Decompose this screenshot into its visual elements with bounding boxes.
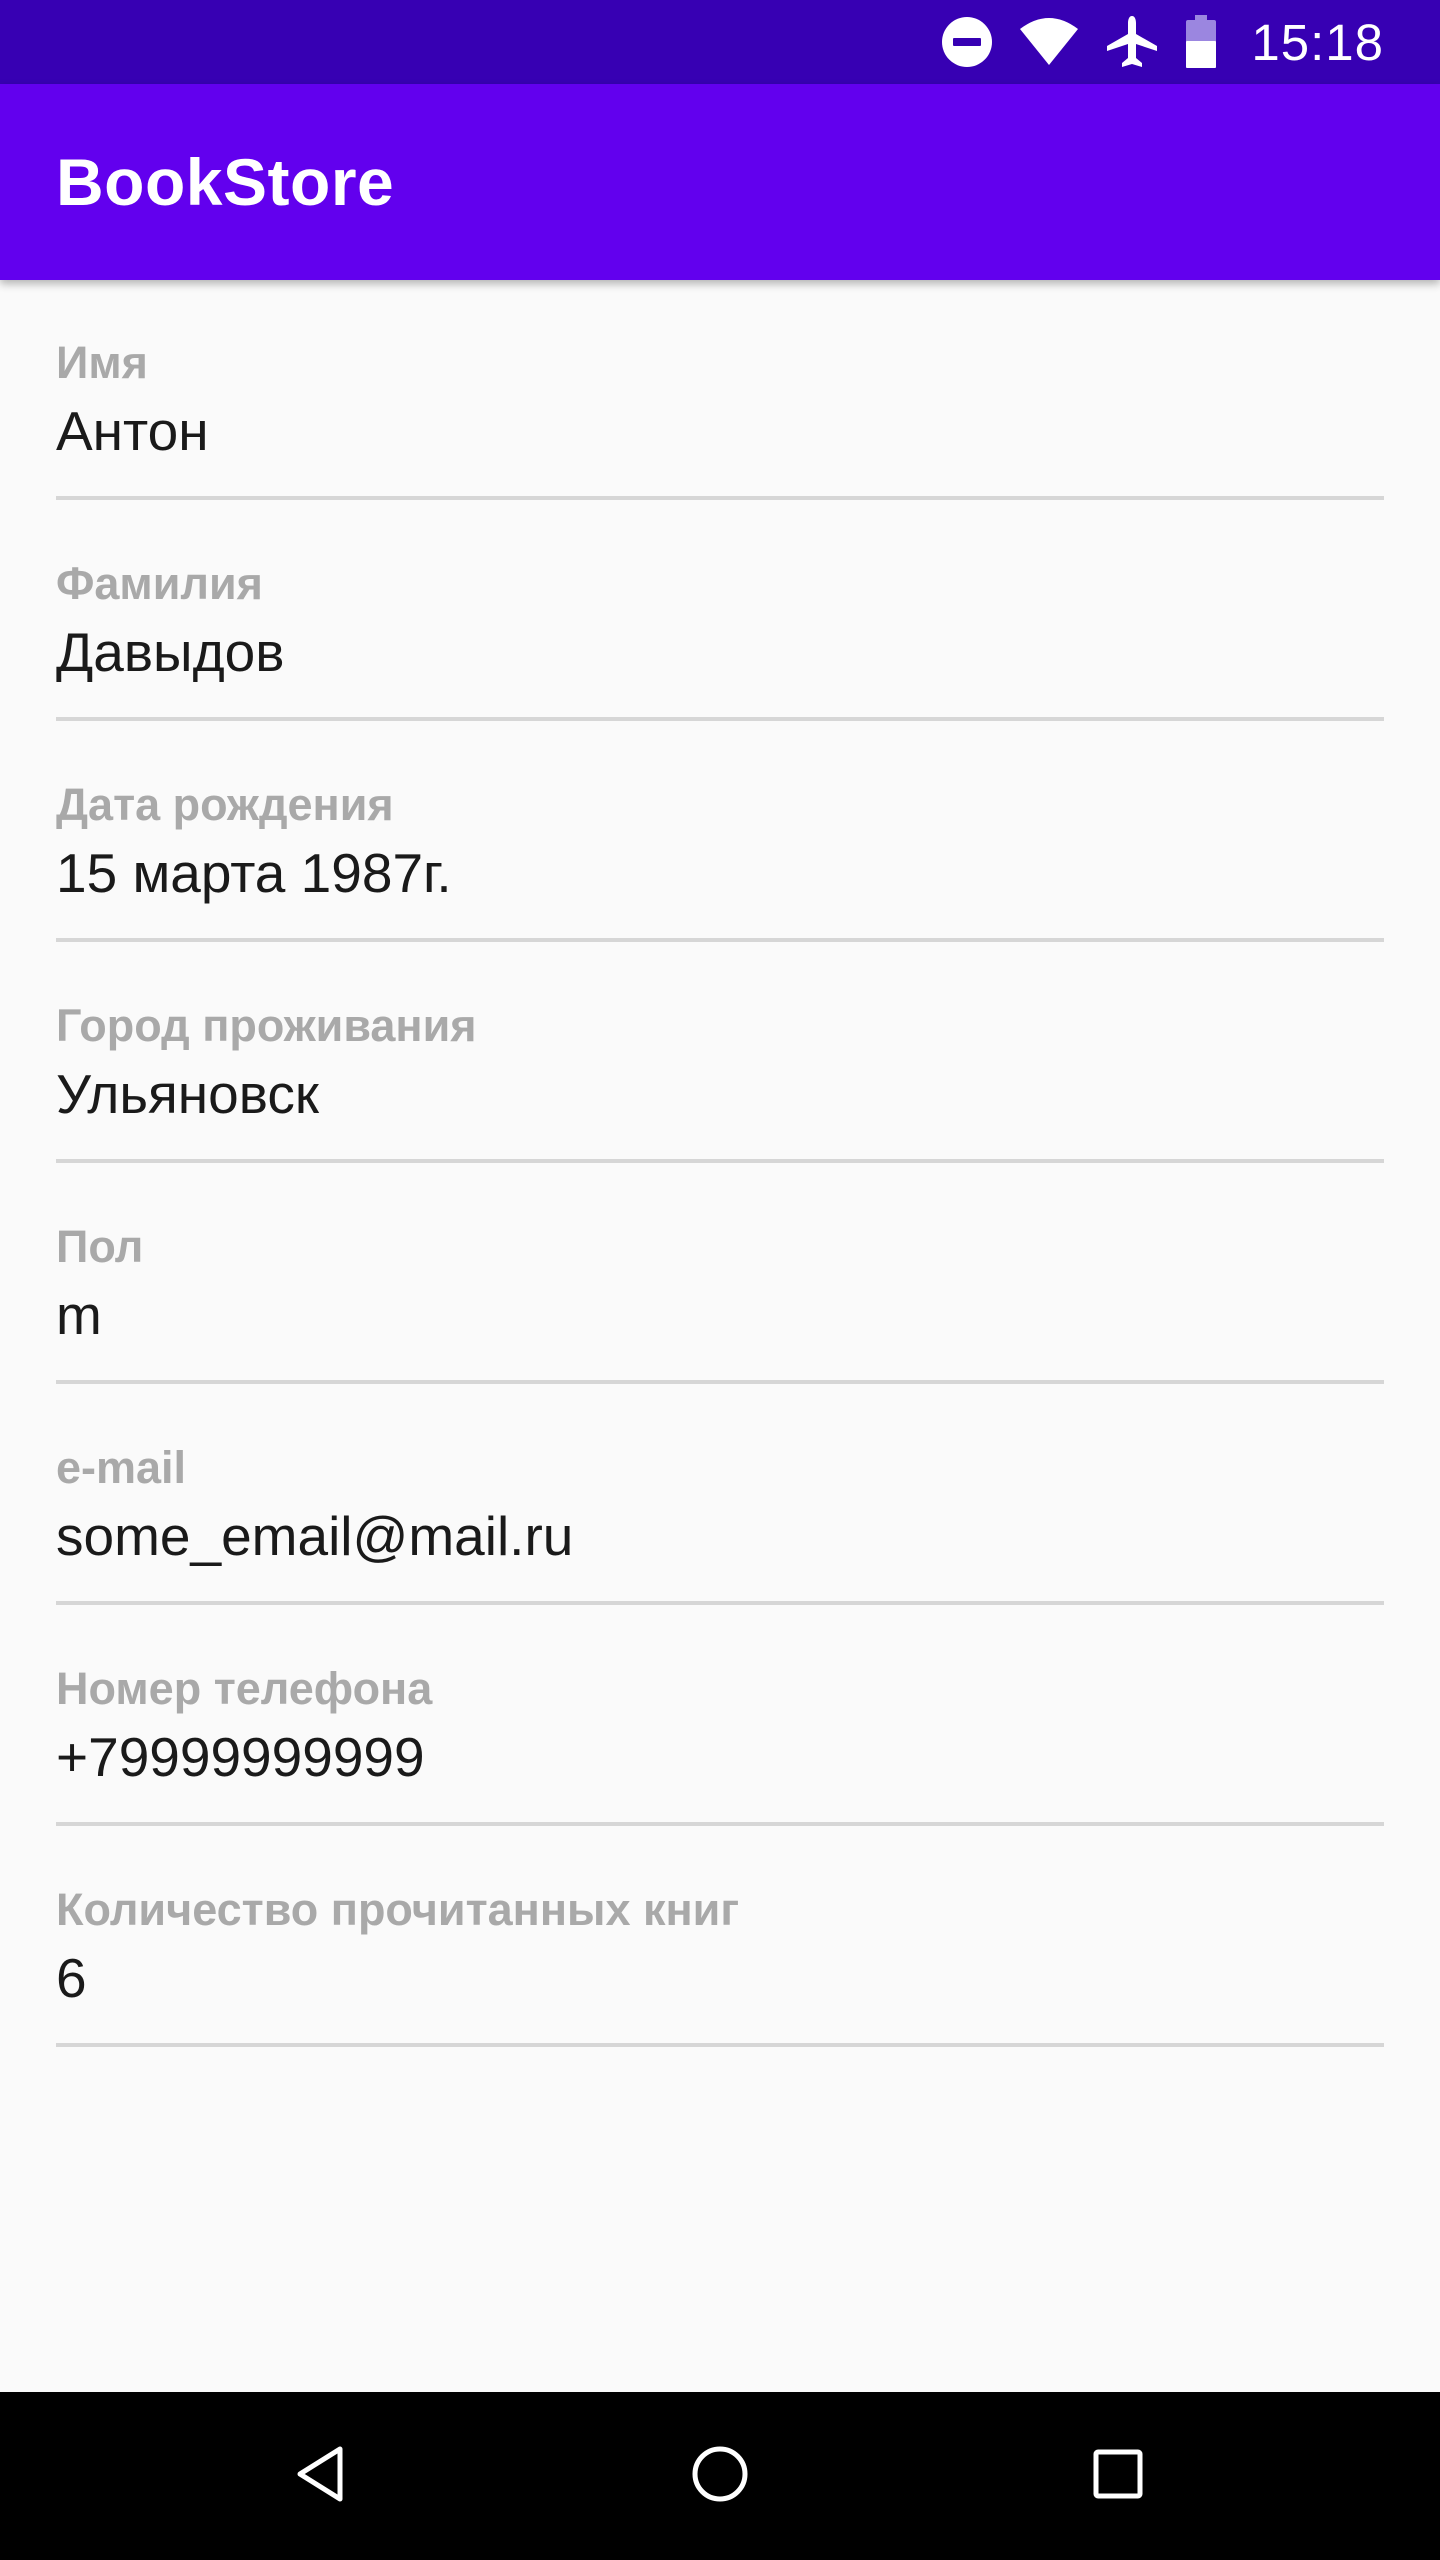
status-time: 15:18 [1251, 13, 1384, 71]
airplane-icon [1105, 12, 1159, 72]
field-first-name: Имя Антон [56, 280, 1384, 501]
battery-icon [1185, 12, 1217, 72]
phone-input[interactable]: +79999999999 [56, 1730, 1384, 1785]
profile-form: Имя Антон Фамилия Давыдов Дата рождения … [56, 280, 1384, 2048]
email-input[interactable]: some_email@mail.ru [56, 1509, 1384, 1564]
field-label: Дата рождения [56, 779, 394, 830]
app-bar: BookStore [0, 84, 1440, 280]
field-label: Фамилия [56, 558, 263, 609]
field-label: Номер телефона [56, 1663, 433, 1714]
field-underline [56, 1159, 1384, 1163]
field-label: Имя [56, 337, 148, 388]
home-icon [690, 2444, 750, 2509]
field-underline [56, 717, 1384, 721]
field-books-read: Количество прочитанных книг 6 [56, 1827, 1384, 2048]
status-bar: 15:18 [0, 0, 1440, 84]
field-phone: Номер телефона +79999999999 [56, 1606, 1384, 1827]
back-button[interactable] [280, 2436, 360, 2516]
field-underline [56, 1601, 1384, 1605]
field-label: Город проживания [56, 1000, 477, 1051]
recents-button[interactable] [1078, 2436, 1158, 2516]
birth-date-input[interactable]: 15 марта 1987г. [56, 846, 1384, 901]
city-input[interactable]: Ульяновск [56, 1067, 1384, 1122]
field-underline [56, 1822, 1384, 1826]
field-birth-date: Дата рождения 15 марта 1987г. [56, 722, 1384, 943]
first-name-input[interactable]: Антон [56, 404, 1384, 459]
gender-input[interactable]: m [56, 1288, 1384, 1343]
app-title: BookStore [56, 145, 395, 219]
field-label: Пол [56, 1221, 144, 1272]
last-name-input[interactable]: Давыдов [56, 625, 1384, 680]
field-underline [56, 938, 1384, 942]
field-underline [56, 2043, 1384, 2047]
recents-icon [1092, 2448, 1144, 2505]
wifi-icon [1019, 12, 1079, 72]
field-gender: Пол m [56, 1164, 1384, 1385]
books-read-input[interactable]: 6 [56, 1951, 1384, 2006]
field-city: Город проживания Ульяновск [56, 943, 1384, 1164]
screen: 15:18 BookStore Имя Антон Фамилия Давыдо… [0, 0, 1440, 2560]
do-not-disturb-icon [941, 12, 993, 72]
home-button[interactable] [680, 2436, 760, 2516]
field-underline [56, 1380, 1384, 1384]
field-underline [56, 496, 1384, 500]
back-icon [294, 2445, 346, 2508]
field-label: Количество прочитанных книг [56, 1884, 740, 1935]
navigation-bar [0, 2392, 1440, 2560]
field-email: e-mail some_email@mail.ru [56, 1385, 1384, 1606]
field-label: e-mail [56, 1442, 187, 1493]
field-last-name: Фамилия Давыдов [56, 501, 1384, 722]
